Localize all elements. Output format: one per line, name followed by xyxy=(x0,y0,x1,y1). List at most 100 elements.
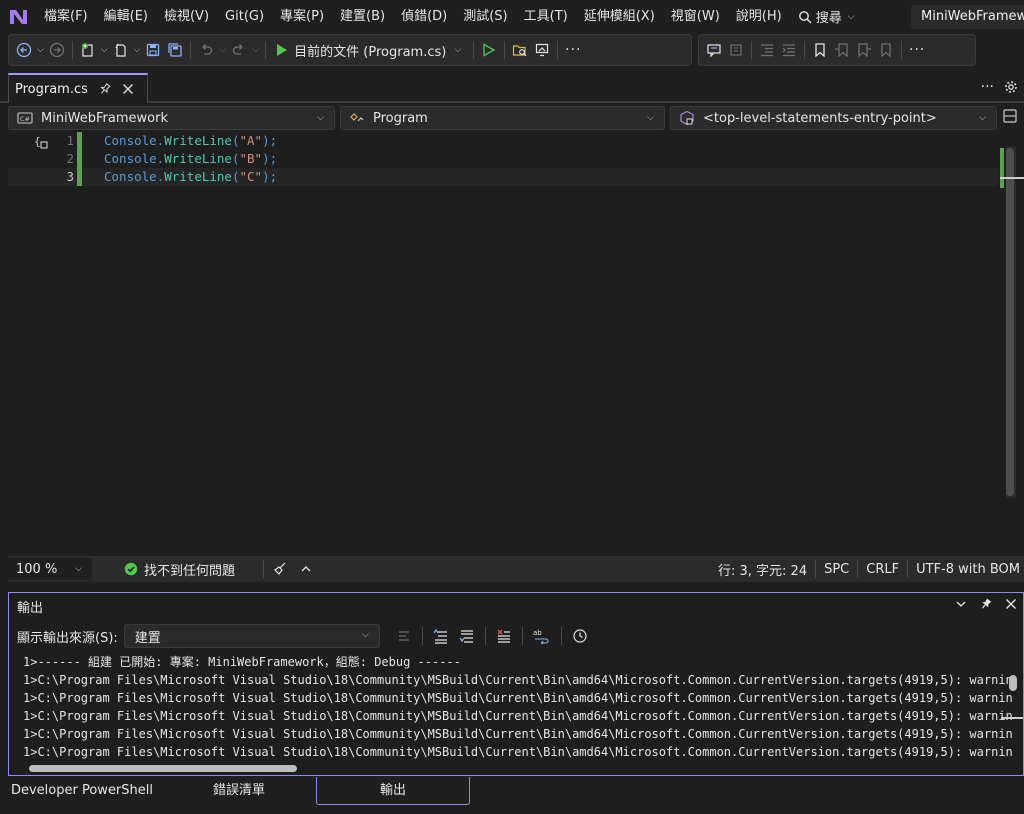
zoom-dropdown[interactable]: 100 % ⌵ xyxy=(8,558,92,580)
pin-icon[interactable] xyxy=(98,82,112,96)
tab-output[interactable]: 輸出 xyxy=(316,777,470,805)
code-method: WriteLine xyxy=(164,169,232,184)
clock-icon[interactable] xyxy=(572,628,588,644)
output-line[interactable]: 1>C:\Program Files\Microsoft Visual Stud… xyxy=(23,689,1013,707)
previous-bookmark-button[interactable] xyxy=(831,38,853,62)
check-circle-icon xyxy=(124,562,138,576)
quick-info-button[interactable] xyxy=(703,38,725,62)
code-line[interactable]: 1 Console.WriteLine("A"); xyxy=(8,132,998,150)
play-outline-icon xyxy=(483,43,496,57)
undo-chevron-icon[interactable]: ⌵ xyxy=(217,45,228,55)
search-button[interactable]: 搜尋 ⌵ xyxy=(790,0,867,33)
go-to-error-icon[interactable] xyxy=(396,628,412,644)
toggle-bookmark-button[interactable] xyxy=(809,38,831,62)
code-line[interactable]: 2 Console.WriteLine("B"); xyxy=(8,150,998,168)
redo-button[interactable] xyxy=(228,38,250,62)
indent-icon xyxy=(782,44,795,57)
code-string: "A" xyxy=(239,133,263,148)
menu-window[interactable]: 視窗(W) xyxy=(663,0,728,33)
cursor-position[interactable]: 行: 3, 字元: 24 xyxy=(710,556,815,582)
save-all-button[interactable] xyxy=(164,38,186,62)
tab-developer-powershell[interactable]: Developer PowerShell xyxy=(6,777,158,805)
toolbar-separator xyxy=(804,41,805,59)
output-line[interactable]: 1>C:\Program Files\Microsoft Visual Stud… xyxy=(23,671,1013,689)
line-ending-mode[interactable]: CRLF xyxy=(858,556,907,582)
whitespace-mode[interactable]: SPC xyxy=(816,556,857,582)
code-text: Console.WriteLine("A"); xyxy=(104,132,277,150)
close-icon[interactable] xyxy=(122,83,134,95)
menu-debug[interactable]: 偵錯(D) xyxy=(393,0,455,33)
new-item-chevron-icon[interactable]: ⌵ xyxy=(99,45,110,55)
menu-extensions[interactable]: 延伸模組(X) xyxy=(576,0,663,33)
menu-build[interactable]: 建置(B) xyxy=(332,0,393,33)
file-encoding[interactable]: UTF-8 with BOM xyxy=(908,556,1024,582)
new-item-button[interactable] xyxy=(77,38,99,62)
menu-file[interactable]: 檔案(F) xyxy=(36,0,96,33)
open-file-chevron-icon[interactable]: ⌵ xyxy=(132,45,143,55)
decrease-indent-button[interactable] xyxy=(756,38,778,62)
clear-all-icon[interactable] xyxy=(496,628,512,644)
member-dropdown[interactable]: <top-level-statements-entry-point> ⌵ xyxy=(670,106,997,130)
toolbar-overflow-button[interactable]: ··· xyxy=(562,38,584,62)
scrollbar-caret-marker xyxy=(1000,177,1024,179)
menu-git[interactable]: Git(G) xyxy=(217,0,272,33)
menu-edit[interactable]: 編輯(E) xyxy=(96,0,156,33)
code-editor[interactable]: { 1 Console.WriteLine("A"); 2 Console.Wr… xyxy=(8,132,1024,556)
menu-test[interactable]: 測試(S) xyxy=(455,0,515,33)
output-vertical-scrollbar-thumb[interactable] xyxy=(1009,675,1017,691)
menu-view[interactable]: 檢視(V) xyxy=(156,0,217,33)
start-without-debugging-button[interactable] xyxy=(478,38,500,62)
live-share-button[interactable] xyxy=(531,38,553,62)
menu-project[interactable]: 專案(P) xyxy=(272,0,332,33)
type-dropdown[interactable]: Program ⌵ xyxy=(340,106,665,130)
project-dropdown[interactable]: C# MiniWebFramework ⌵ xyxy=(8,106,335,130)
chevron-down-icon[interactable] xyxy=(955,598,967,610)
tab-overflow-icon[interactable]: ··· xyxy=(981,79,994,95)
toolbar-separator xyxy=(421,627,423,645)
output-line[interactable]: 1>C:\Program Files\Microsoft Visual Stud… xyxy=(23,725,1013,743)
output-line[interactable]: 1>C:\Program Files\Microsoft Visual Stud… xyxy=(23,743,1013,761)
output-horizontal-scrollbar-thumb[interactable] xyxy=(29,765,297,772)
split-window-button[interactable] xyxy=(1002,108,1018,124)
navigate-forward-button[interactable] xyxy=(46,38,68,62)
visual-studio-logo-icon[interactable] xyxy=(0,0,36,33)
code-cleanup-button[interactable] xyxy=(264,556,296,582)
close-icon[interactable] xyxy=(1005,598,1017,610)
back-dropdown-chevron-icon[interactable]: ⌵ xyxy=(35,45,46,55)
output-source-dropdown[interactable]: 建置 ⌵ xyxy=(123,624,380,648)
word-wrap-icon[interactable]: ab xyxy=(533,628,551,644)
tab-error-list[interactable]: 錯誤清單 xyxy=(162,777,316,805)
code-line-current[interactable]: 3 Console.WriteLine("C"); xyxy=(8,168,998,186)
start-debugging-button[interactable]: 目前的文件 (Program.cs) ⌵ xyxy=(270,38,469,62)
toolbar-separator xyxy=(473,41,475,59)
toolbar2-overflow-button[interactable]: ··· xyxy=(906,38,928,62)
output-line[interactable]: 1>C:\Program Files\Microsoft Visual Stud… xyxy=(23,707,1013,725)
redo-chevron-icon[interactable]: ⌵ xyxy=(250,45,261,55)
tab-program-cs[interactable]: Program.cs xyxy=(8,73,148,103)
gear-icon[interactable] xyxy=(1004,80,1018,94)
more-icon: ··· xyxy=(909,42,926,58)
editor-vertical-scrollbar-thumb[interactable] xyxy=(1006,148,1014,496)
solution-name-badge[interactable]: MiniWebFramework xyxy=(911,5,1024,29)
menu-tools[interactable]: 工具(T) xyxy=(516,0,576,33)
clear-bookmarks-button[interactable] xyxy=(875,38,897,62)
project-name: MiniWebFramework xyxy=(41,110,168,126)
pin-icon[interactable] xyxy=(979,597,993,611)
save-button[interactable] xyxy=(142,38,164,62)
navigate-back-button[interactable] xyxy=(13,38,35,62)
increase-indent-button[interactable] xyxy=(778,38,800,62)
find-in-files-button[interactable] xyxy=(509,38,531,62)
toolbar-separator xyxy=(560,627,562,645)
expand-status-button[interactable] xyxy=(296,556,316,582)
issues-indicator[interactable]: 找不到任何問題 xyxy=(116,556,243,582)
method-lock-icon xyxy=(680,110,694,126)
output-line[interactable]: 1>------ 組建 已開始: 專案: MiniWebFramework，組態… xyxy=(23,653,1013,671)
parameter-info-button[interactable] xyxy=(725,38,747,62)
next-bookmark-button[interactable] xyxy=(853,38,875,62)
undo-button[interactable] xyxy=(195,38,217,62)
open-file-button[interactable] xyxy=(110,38,132,62)
menu-help[interactable]: 說明(H) xyxy=(728,0,790,33)
find-previous-message-icon[interactable] xyxy=(433,628,449,644)
find-next-message-icon[interactable] xyxy=(459,628,475,644)
run-target-chevron-icon[interactable]: ⌵ xyxy=(452,45,463,55)
